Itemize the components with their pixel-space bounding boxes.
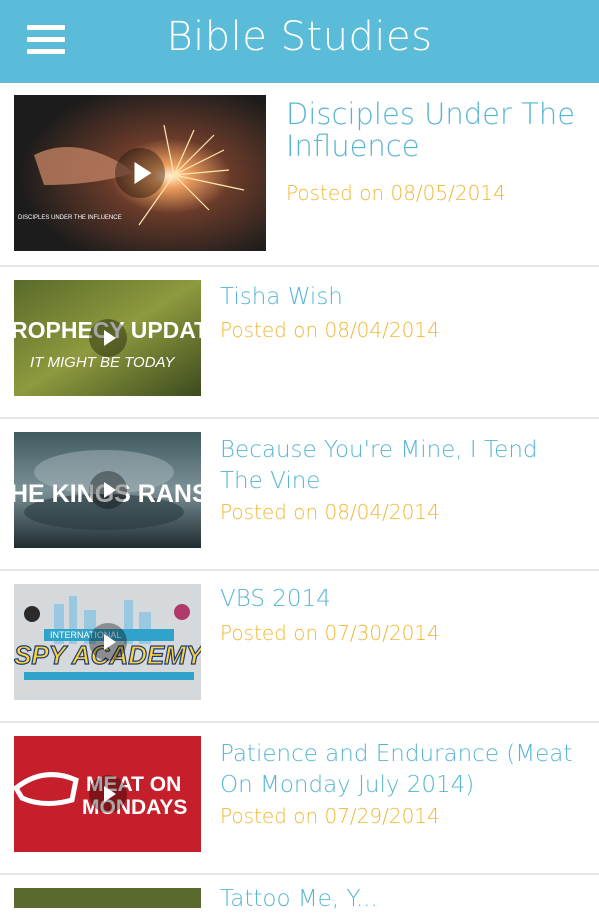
list-item[interactable]: HE KINGS RANSO Because You're Mine, I Te… — [0, 419, 599, 571]
list-item[interactable]: Tattoo Me, Y... — [0, 875, 599, 915]
play-triangle — [103, 482, 116, 498]
post-date: Posted on 07/29/2014 — [220, 804, 440, 828]
play-triangle — [103, 330, 116, 346]
play-icon[interactable] — [88, 775, 127, 813]
svg-text:DISCIPLES UNDER THE INFLUENCE: DISCIPLES UNDER THE INFLUENCE — [18, 215, 122, 221]
video-thumbnail[interactable]: MEAT ON MONDAYS — [14, 736, 201, 852]
video-image — [14, 888, 201, 908]
study-title: Disciples Under The Influence — [286, 97, 576, 163]
play-triangle — [103, 786, 116, 802]
play-triangle — [134, 162, 152, 184]
video-thumbnail[interactable]: HE KINGS RANSO — [14, 432, 201, 548]
video-thumbnail[interactable] — [14, 888, 201, 908]
study-title: Because You're Mine, I Tend The Vine — [220, 437, 538, 494]
app-bar: Bible Studies — [0, 0, 599, 83]
page-title: Bible Studies — [166, 14, 433, 60]
video-thumbnail[interactable]: ROPHECY UPDAT IT MIGHT BE TODAY — [14, 280, 201, 396]
study-title: VBS 2014 — [220, 586, 331, 612]
study-title: Tisha Wish — [220, 284, 343, 310]
list-item[interactable]: INTERNATIONAL SPY ACADEMY VBS 2014 Poste… — [0, 571, 599, 723]
list-item[interactable]: MEAT ON MONDAYS Patience and Endurance (… — [0, 723, 599, 875]
video-thumbnail[interactable]: INTERNATIONAL SPY ACADEMY — [14, 584, 201, 700]
list-item[interactable]: DISCIPLES UNDER THE INFLUENCE Disciples … — [0, 83, 599, 267]
play-triangle — [103, 634, 116, 650]
play-icon[interactable] — [115, 148, 165, 198]
play-icon[interactable] — [88, 623, 127, 661]
study-title: Patience and Endurance (Meat On Monday J… — [220, 741, 573, 798]
list-item[interactable]: ROPHECY UPDAT IT MIGHT BE TODAY Tisha Wi… — [0, 267, 599, 419]
post-date: Posted on 08/05/2014 — [286, 181, 506, 205]
post-date: Posted on 08/04/2014 — [220, 500, 440, 524]
post-date: Posted on 07/30/2014 — [220, 621, 440, 645]
play-icon[interactable] — [88, 319, 127, 357]
play-icon[interactable] — [88, 471, 127, 509]
video-thumbnail[interactable]: DISCIPLES UNDER THE INFLUENCE — [14, 95, 266, 251]
post-date: Posted on 08/04/2014 — [220, 318, 440, 342]
